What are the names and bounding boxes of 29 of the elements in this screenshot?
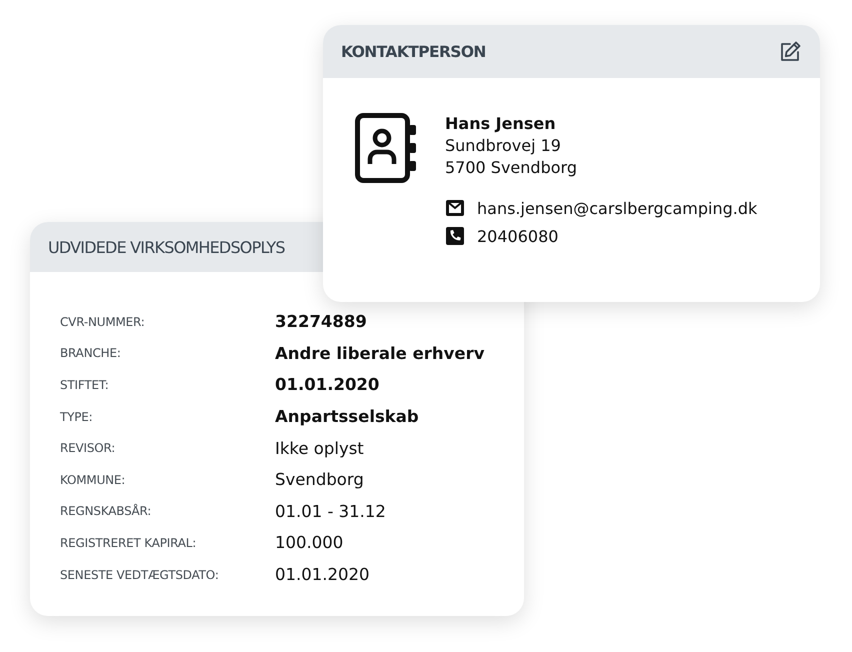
field-value: Svendborg	[275, 470, 364, 490]
field-value: Andre liberale erhverv	[275, 344, 484, 363]
address-book-icon	[355, 113, 417, 183]
field-value: 01.01.2020	[275, 565, 370, 584]
field-label: CVR-NUMMER:	[60, 314, 146, 329]
field-label: REGNSKABSÅR:	[60, 504, 152, 518]
field-label: KOMMUNE:	[60, 472, 126, 487]
field-label: SENESTE VEDTÆGTSDATO:	[60, 568, 220, 582]
field-label: REGISTRERET KAPIRAL:	[60, 536, 198, 550]
field-label: BRANCHE:	[60, 346, 122, 360]
card-title: UDVIDEDE VIRKSOMHEDSOPLYS	[48, 238, 285, 256]
field-value: Anpartsselskab	[275, 407, 419, 426]
field-value: Ikke oplyst	[275, 438, 364, 458]
address-line: 5700 Svendborg	[445, 157, 578, 179]
field-label: STIFTET:	[60, 378, 110, 392]
contact-detail: hans.jensen@carslbergcamping.dk	[477, 198, 758, 218]
field-label: REVISOR:	[60, 441, 116, 456]
contact-detail: 20406080	[477, 226, 558, 246]
card-title: KONTAKTPERSON	[341, 42, 486, 60]
field-value: 100.000	[275, 533, 344, 552]
field-value: 32274889	[275, 312, 367, 332]
field-value: 01.01.2020	[275, 375, 380, 394]
field-value: 01.01 - 31.12	[275, 502, 386, 521]
field-label: TYPE:	[60, 410, 94, 424]
address-line: Sundbrovej 19	[445, 135, 562, 157]
envelope-icon	[445, 198, 465, 218]
phone-icon	[445, 226, 465, 246]
edit-icon[interactable]	[778, 40, 802, 64]
contact-name: Hans Jensen	[445, 113, 557, 135]
